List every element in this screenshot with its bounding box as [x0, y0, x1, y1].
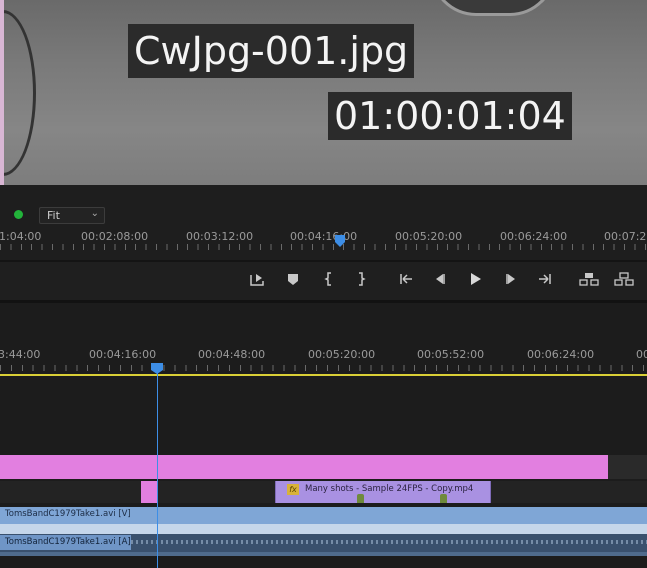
ruler-label: 00:04:16:00: [290, 230, 358, 243]
video-clip[interactable]: TomsBandC1979Take1.avi [V]: [0, 507, 647, 524]
step-forward-icon[interactable]: [502, 270, 520, 288]
work-area-bar[interactable]: [0, 374, 647, 376]
pink-clip-segment[interactable]: [141, 481, 157, 503]
ruler-label: 00:05:20:00: [308, 348, 376, 361]
mark-out-icon[interactable]: [352, 270, 370, 288]
timeline-playhead-icon[interactable]: [151, 363, 163, 374]
play-icon[interactable]: [466, 270, 484, 288]
clip-label: Many shots - Sample 24FPS - Copy.mp4: [305, 484, 474, 494]
audio-clip-header[interactable]: TomsBandC1979Take1.avi [A]: [0, 535, 131, 550]
ruler-label: 00:04:16:00: [89, 348, 157, 361]
ruler-label: 3:44:00: [0, 348, 41, 361]
audio-waveform: [131, 540, 647, 544]
clip-label: TomsBandC1979Take1.avi [V]: [5, 509, 131, 519]
ruler-label: 00:03:12:00: [186, 230, 254, 243]
keyframe-icon[interactable]: [440, 494, 447, 503]
clip-label: TomsBandC1979Take1.avi [A]: [5, 537, 131, 547]
video-frame-content: [430, 0, 556, 16]
go-to-in-icon[interactable]: [397, 270, 415, 288]
program-monitor-video[interactable]: CwJpg-001.jpg 01:00:01:04: [0, 0, 647, 185]
zoom-level-value: Fit: [47, 209, 60, 222]
zoom-level-select[interactable]: Fit ⌄: [39, 207, 105, 224]
step-back-icon[interactable]: [431, 270, 449, 288]
ruler-label: 1:04:00: [0, 230, 42, 243]
timeline-time-ruler[interactable]: 3:44:00 00:04:16:00 00:04:48:00 00:05:20…: [0, 343, 647, 373]
add-marker-icon[interactable]: [284, 270, 302, 288]
status-indicator-icon: [14, 210, 23, 219]
monitor-playhead-icon[interactable]: [334, 235, 346, 247]
ruler-ticks: [0, 244, 647, 250]
chevron-down-icon: ⌄: [90, 208, 99, 219]
keyframe-icon[interactable]: [357, 494, 364, 503]
monitor-time-ruler[interactable]: 1:04:00 00:02:08:00 00:03:12:00 00:04:16…: [0, 228, 647, 256]
extract-icon[interactable]: [613, 270, 635, 288]
purple-clip[interactable]: fx Many shots - Sample 24FPS - Copy.mp4: [275, 481, 491, 503]
timeline-playhead-line[interactable]: [157, 370, 158, 568]
ruler-label: 00:06:24:00: [500, 230, 568, 243]
export-frame-icon[interactable]: [248, 270, 266, 288]
go-to-out-icon[interactable]: [536, 270, 554, 288]
ruler-ticks: [0, 365, 647, 371]
lift-icon[interactable]: [578, 270, 600, 288]
audio-clip-footer: [0, 552, 647, 556]
video-frame-content: [0, 10, 36, 176]
pink-clip[interactable]: [0, 455, 608, 479]
timecode-overlay: 01:00:01:04: [328, 92, 572, 140]
fx-badge-icon[interactable]: fx: [287, 484, 299, 495]
clip-name-overlay: CwJpg-001.jpg: [128, 24, 415, 78]
ruler-label: 00: [636, 348, 647, 361]
ruler-label: 00:05:20:00: [395, 230, 463, 243]
mark-in-icon[interactable]: [320, 270, 338, 288]
ruler-label: 00:06:24:00: [527, 348, 595, 361]
ruler-label: 00:04:48:00: [198, 348, 266, 361]
ruler-label: 00:02:08:00: [81, 230, 149, 243]
ruler-label: 00:05:52:00: [417, 348, 485, 361]
ruler-label: 00:07:28: [604, 230, 647, 243]
track-separator: [0, 524, 647, 534]
video-frame-edge: [0, 0, 4, 185]
